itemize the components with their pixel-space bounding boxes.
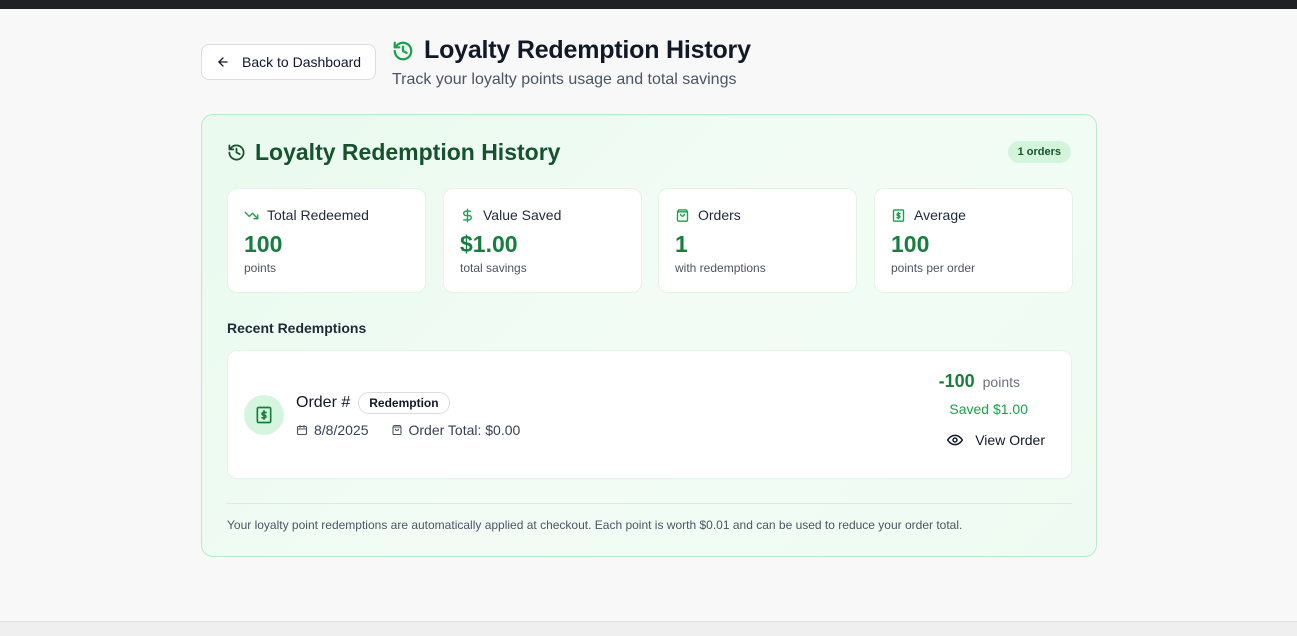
shopping-bag-icon: [391, 424, 402, 436]
stat-average: Average 100 points per order: [874, 188, 1073, 293]
page-title: Loyalty Redemption History: [424, 36, 751, 64]
stat-value: $1.00: [460, 231, 518, 257]
stat-sub: points per order: [891, 261, 976, 275]
page-header: Loyalty Redemption History Track your lo…: [392, 36, 751, 89]
dollar-icon: [463, 208, 472, 222]
divider: [227, 503, 1072, 504]
stat-label-row: Average: [891, 207, 1056, 223]
browser-top-bar: [0, 0, 1297, 9]
stat-label: Total Redeemed: [267, 207, 369, 223]
page-title-row: Loyalty Redemption History: [392, 36, 751, 65]
history-icon: [228, 144, 245, 161]
order-number: Order #: [296, 394, 351, 411]
points-value: -100: [938, 371, 975, 391]
page-bottom-bar: [0, 621, 1297, 636]
stat-label: Average: [914, 207, 966, 223]
stat-value: 1: [675, 231, 688, 257]
points-unit: points: [982, 374, 1020, 390]
stat-total-redeemed: Total Redeemed 100 points: [227, 188, 426, 293]
saved-amount: Saved $1.00: [949, 401, 1028, 417]
stat-label-row: Total Redeemed: [244, 207, 409, 223]
stat-value-saved: Value Saved $1.00 total savings: [443, 188, 642, 293]
orders-count-badge: 1 orders: [1007, 141, 1071, 163]
card-title-row: Loyalty Redemption History: [227, 139, 560, 166]
loyalty-history-card: Loyalty Redemption History 1 orders Tota…: [201, 114, 1097, 557]
stat-label: Value Saved: [483, 207, 562, 223]
redemption-date: 8/8/2025: [314, 422, 369, 438]
redemption-title-row: Order # Redemption: [296, 392, 520, 414]
history-icon: [393, 41, 413, 60]
recent-redemptions-heading: Recent Redemptions: [227, 320, 367, 336]
page-subtitle: Track your loyalty points usage and tota…: [392, 71, 737, 88]
view-order-button[interactable]: View Order: [947, 432, 1045, 448]
redemption-info: Order # Redemption 8/8/2025 Order Total:…: [296, 392, 520, 438]
stat-orders: Orders 1 with redemptions: [658, 188, 857, 293]
back-to-dashboard-button[interactable]: Back to Dashboard: [201, 44, 376, 80]
receipt-icon: [892, 208, 905, 222]
redemption-summary: -100 points Saved $1.00 View Order: [939, 371, 1045, 453]
receipt-icon: [256, 406, 272, 424]
stat-sub: points: [244, 261, 277, 275]
arrow-left-icon: [218, 57, 228, 67]
eye-icon: [947, 434, 964, 446]
stat-sub: with redemptions: [675, 261, 766, 275]
card-title: Loyalty Redemption History: [255, 139, 561, 165]
redemption-avatar: [244, 395, 284, 435]
trending-down-icon: [244, 211, 259, 219]
stat-label-row: Value Saved: [460, 207, 625, 223]
order-total: Order Total: $0.00: [408, 422, 521, 438]
shopping-bag-icon: [676, 208, 689, 222]
view-order-label: View Order: [975, 432, 1045, 448]
stat-sub: total savings: [460, 261, 527, 275]
stat-label: Orders: [698, 207, 741, 223]
redemption-item: Order # Redemption 8/8/2025 Order Total:…: [227, 350, 1072, 479]
back-button-label: Back to Dashboard: [242, 54, 362, 70]
redemption-tag: Redemption: [358, 392, 450, 414]
footnote: Your loyalty point redemptions are autom…: [227, 518, 963, 532]
stat-label-row: Orders: [675, 207, 840, 223]
points-row: -100 points: [939, 371, 1020, 392]
stat-value: 100: [891, 231, 930, 257]
stat-value: 100: [244, 231, 283, 257]
calendar-icon: [296, 424, 308, 436]
redemption-meta-row: 8/8/2025 Order Total: $0.00: [296, 422, 520, 438]
